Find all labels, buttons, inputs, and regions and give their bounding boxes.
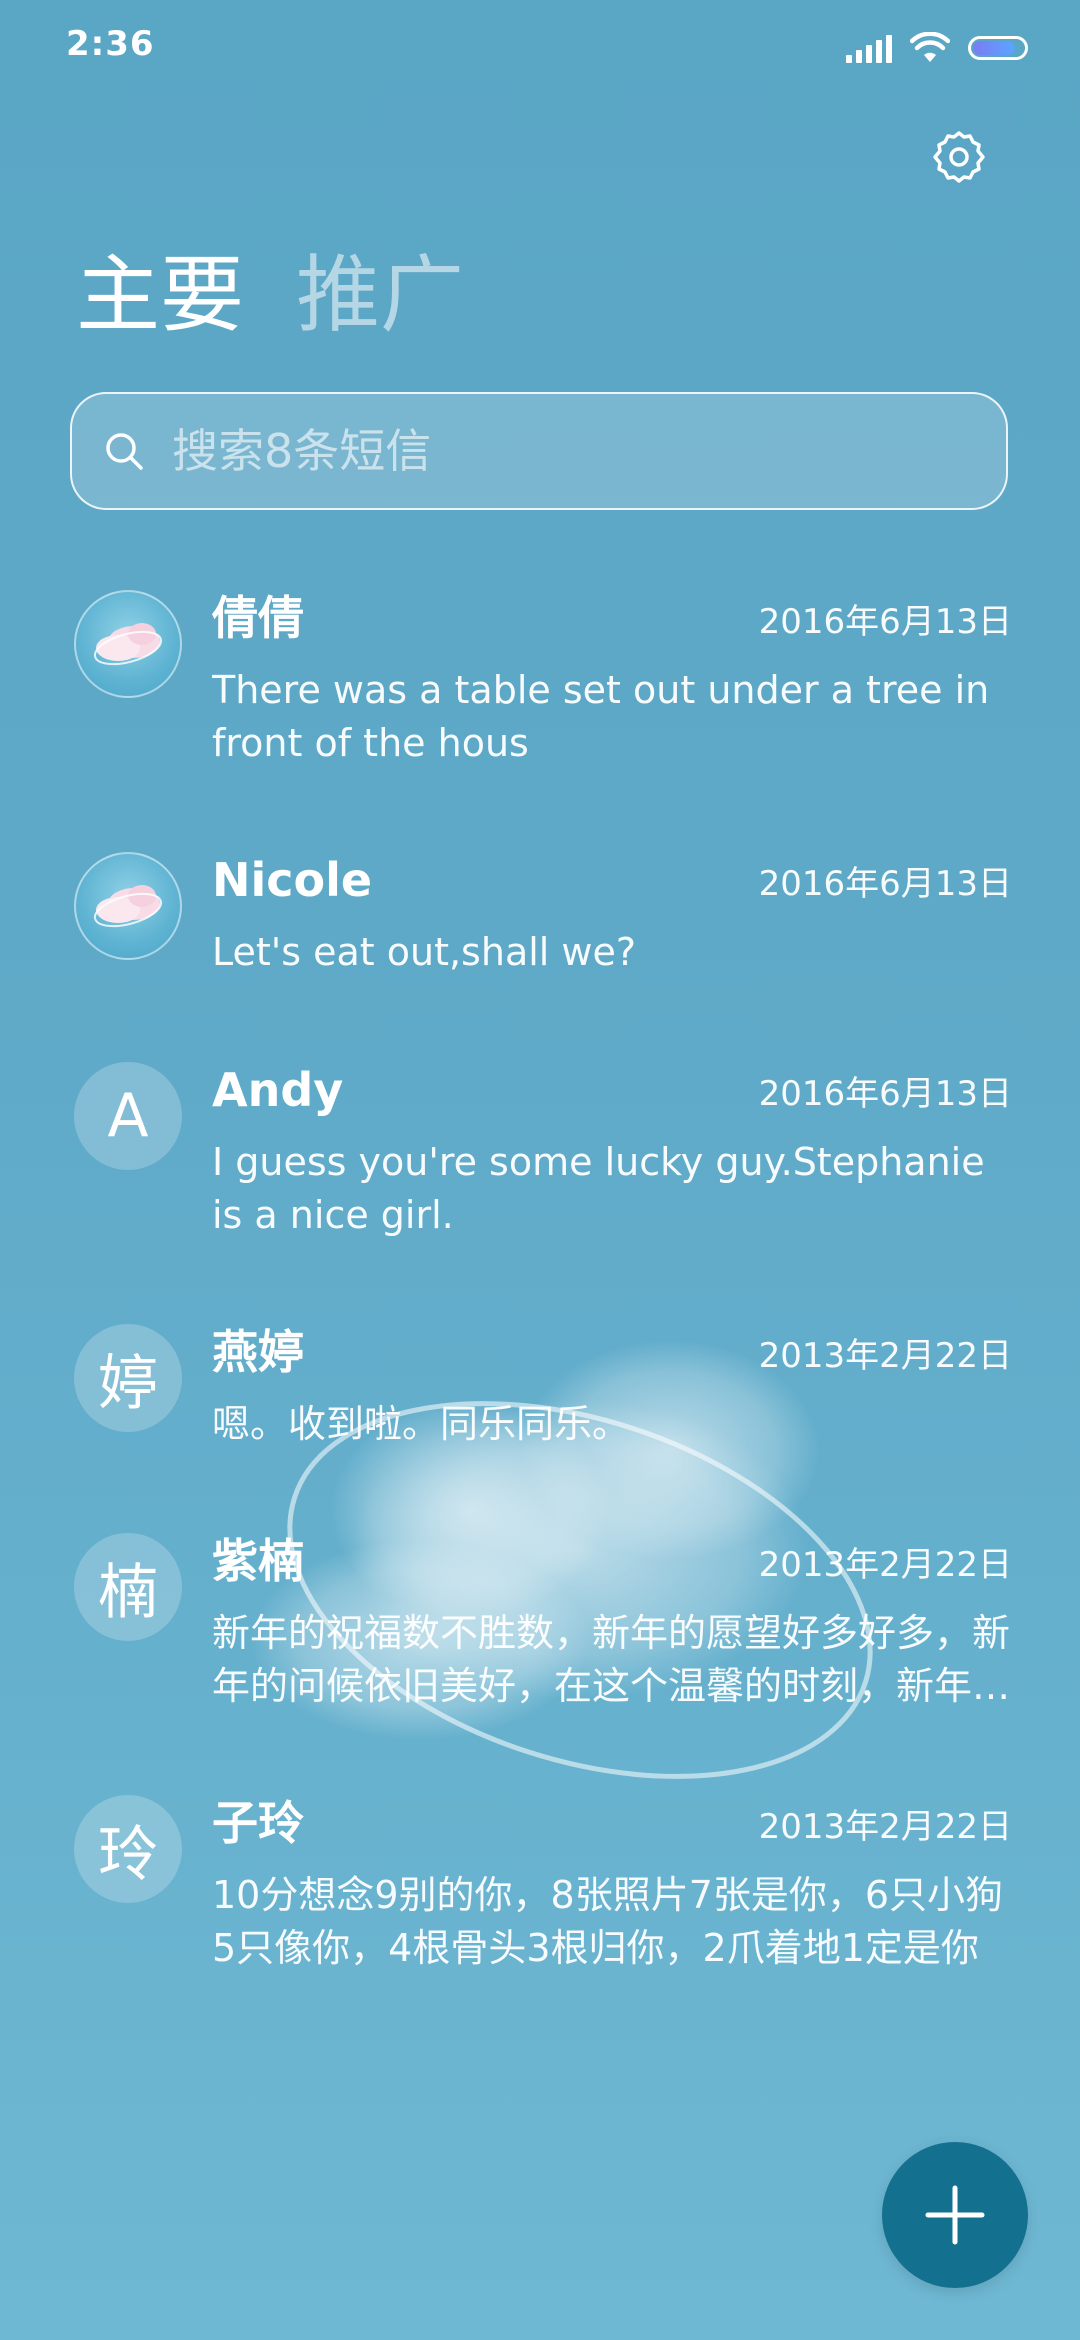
avatar: 玲: [74, 1795, 182, 1903]
search-bar[interactable]: [70, 392, 1008, 510]
contact-name: 子玲: [212, 1796, 304, 1850]
gear-icon[interactable]: [930, 128, 988, 186]
battery-icon: [968, 36, 1028, 60]
status-bar: 2:36: [0, 0, 1080, 96]
search-input[interactable]: [170, 423, 974, 479]
message-date: 2013年2月22日: [758, 1807, 1012, 1847]
new-message-button[interactable]: [882, 2142, 1028, 2288]
avatar: [74, 590, 182, 698]
cloud-avatar-icon: [93, 885, 163, 928]
avatar: [74, 852, 182, 960]
contact-name: Andy: [212, 1063, 344, 1117]
contact-name: 燕婷: [212, 1325, 304, 1379]
message-preview: 10分想念9别的你，8张照片7张是你，6只小狗5只像你，4根骨头3根归你，2爪着…: [212, 1873, 1004, 1970]
wifi-icon: [910, 32, 950, 62]
avatar: 婷: [74, 1324, 182, 1432]
plus-icon: [925, 2185, 985, 2245]
tab-bar: 主要 推广: [76, 245, 464, 345]
message-preview: 嗯。收到啦。同乐同乐。: [212, 1402, 631, 1446]
message-date: 2016年6月13日: [758, 602, 1012, 642]
message-preview: I guess you're some lucky guy.Stephanie …: [212, 1140, 985, 1237]
signal-icon: [846, 33, 892, 63]
tab-main[interactable]: 主要: [76, 245, 244, 345]
avatar: A: [74, 1062, 182, 1170]
search-icon: [106, 433, 143, 470]
message-preview: 新年的祝福数不胜数，新年的愿望好多好多，新年的问候依旧美好，在这个温馨的时刻，新…: [212, 1611, 1011, 1708]
message-date: 2016年6月13日: [758, 1074, 1012, 1114]
cloud-avatar-icon: [93, 623, 163, 666]
message-preview: There was a table set out under a tree i…: [212, 668, 990, 765]
message-date: 2013年2月22日: [758, 1336, 1012, 1376]
message-date: 2013年2月22日: [758, 1545, 1012, 1585]
contact-name: Nicole: [212, 853, 373, 907]
status-time: 2:36: [66, 24, 155, 64]
avatar: 楠: [74, 1533, 182, 1641]
tab-promotions[interactable]: 推广: [296, 245, 464, 345]
message-preview: Let's eat out,shall we?: [212, 930, 637, 974]
contact-name: 倩倩: [212, 591, 304, 645]
status-icons: [846, 30, 1028, 66]
contact-name: 紫楠: [212, 1534, 304, 1588]
battery-level: [973, 41, 1015, 55]
message-date: 2016年6月13日: [758, 864, 1012, 904]
